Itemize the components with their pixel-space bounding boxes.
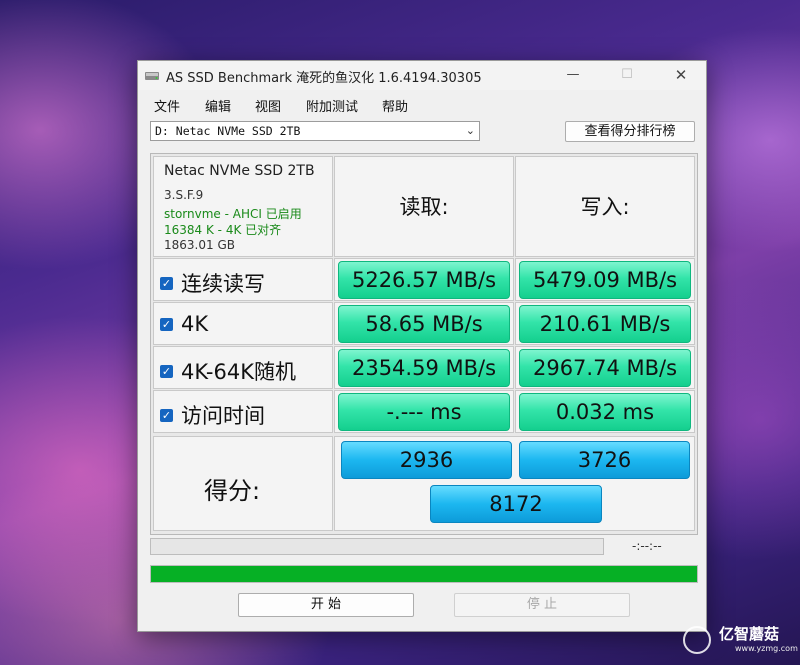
start-button[interactable]: 开 始 (238, 593, 414, 617)
4k-64-write-cell: 2967.74 MB/s (515, 346, 695, 389)
menu-edit[interactable]: 编辑 (205, 96, 231, 115)
score-label-cell: 得分: (153, 436, 333, 531)
score-label: 得分: (204, 477, 261, 505)
drive-capacity: 1863.01 GB (164, 238, 235, 252)
read-column-header: 读取: (399, 195, 449, 219)
drive-driver-status: stornvme - AHCI 已启用 (164, 207, 302, 221)
access-read-cell: -.--- ms (334, 390, 514, 433)
write-column-header: 写入: (580, 195, 630, 219)
checkbox-checked-icon[interactable]: ✓ (160, 364, 173, 378)
4k-read-value: 58.65 MB/s (338, 305, 510, 343)
write-score: 3726 (519, 441, 690, 479)
window-title: AS SSD Benchmark 淹死的鱼汉化 1.6.4194.30305 (166, 71, 482, 86)
menu-bar: 文件 编辑 视图 附加测试 帮助 (138, 93, 706, 115)
overall-progress-fill (151, 566, 697, 582)
benchmark-results-grid: Netac NVMe SSD 2TB 3.S.F.9 stornvme - AH… (150, 153, 698, 535)
access-write-value: 0.032 ms (519, 393, 691, 431)
minimize-button[interactable]: — (562, 65, 584, 85)
test-row-access-time: ✓ 访问时间 (153, 390, 333, 433)
overall-progress-bar (150, 565, 698, 583)
access-read-value: -.--- ms (338, 393, 510, 431)
test-row-4k: ✓ 4K (153, 302, 333, 345)
watermark-logo-icon (683, 626, 711, 654)
maximize-button[interactable]: ☐ (616, 65, 638, 85)
test-access-time-toggle[interactable]: ✓ 访问时间 (160, 400, 265, 430)
checkbox-checked-icon[interactable]: ✓ (160, 408, 173, 422)
drive-name: Netac NVMe SSD 2TB (164, 163, 315, 179)
test-4k-label: 4K (181, 312, 209, 336)
4k-64-read-value: 2354.59 MB/s (338, 349, 510, 387)
as-ssd-window: AS SSD Benchmark 淹死的鱼汉化 1.6.4194.30305 —… (137, 60, 707, 632)
drive-dropdown-value: D: Netac NVMe SSD 2TB (155, 124, 301, 138)
4k-64-write-value: 2967.74 MB/s (519, 349, 691, 387)
watermark-name: 亿智蘑菇 (719, 625, 780, 643)
menu-file[interactable]: 文件 (154, 96, 180, 115)
test-seq-label: 连续读写 (181, 272, 265, 296)
test-4k-toggle[interactable]: ✓ 4K (160, 312, 208, 336)
close-button[interactable]: ✕ (670, 65, 692, 85)
seq-write-value: 5479.09 MB/s (519, 261, 691, 299)
menu-help[interactable]: 帮助 (382, 96, 408, 115)
test-access-time-label: 访问时间 (181, 404, 265, 428)
test-seq-toggle[interactable]: ✓ 连续读写 (160, 268, 265, 298)
menu-extra-tests[interactable]: 附加测试 (306, 96, 358, 115)
access-write-cell: 0.032 ms (515, 390, 695, 433)
seq-write-cell: 5479.09 MB/s (515, 258, 695, 301)
drive-firmware: 3.S.F.9 (164, 188, 204, 202)
view-ranking-button[interactable]: 查看得分排行榜 (565, 121, 695, 142)
elapsed-time: -:--:-- (632, 539, 662, 553)
checkbox-checked-icon[interactable]: ✓ (160, 276, 173, 290)
test-4k-64-toggle[interactable]: ✓ 4K-64K随机 (160, 356, 296, 386)
checkbox-checked-icon[interactable]: ✓ (160, 317, 173, 331)
watermark-url: www.yzmg.com (735, 644, 798, 653)
test-row-seq: ✓ 连续读写 (153, 258, 333, 301)
drive-dropdown[interactable]: D: Netac NVMe SSD 2TB ⌄ (150, 121, 480, 141)
read-header-cell: 读取: (334, 156, 514, 257)
drive-info-panel: Netac NVMe SSD 2TB 3.S.F.9 stornvme - AH… (153, 156, 333, 257)
test-4k-64-label: 4K-64K随机 (181, 360, 296, 384)
hard-drive-icon (145, 72, 159, 80)
4k-write-value: 210.61 MB/s (519, 305, 691, 343)
test-row-4k-64: ✓ 4K-64K随机 (153, 346, 333, 389)
title-bar[interactable]: AS SSD Benchmark 淹死的鱼汉化 1.6.4194.30305 —… (138, 61, 706, 90)
4k-write-cell: 210.61 MB/s (515, 302, 695, 345)
read-score: 2936 (341, 441, 512, 479)
menu-view[interactable]: 视图 (255, 96, 281, 115)
4k-64-read-cell: 2354.59 MB/s (334, 346, 514, 389)
seq-read-cell: 5226.57 MB/s (334, 258, 514, 301)
4k-read-cell: 58.65 MB/s (334, 302, 514, 345)
total-score: 8172 (430, 485, 602, 523)
write-header-cell: 写入: (515, 156, 695, 257)
seq-read-value: 5226.57 MB/s (338, 261, 510, 299)
stop-button[interactable]: 停 止 (454, 593, 630, 617)
drive-alignment-status: 16384 K - 4K 已对齐 (164, 223, 282, 237)
test-progress-bar (150, 538, 604, 555)
chevron-down-icon: ⌄ (465, 124, 475, 137)
watermark: 亿智蘑菇 www.yzmg.com (683, 623, 798, 657)
score-values-cell: 2936 3726 8172 (334, 436, 695, 531)
